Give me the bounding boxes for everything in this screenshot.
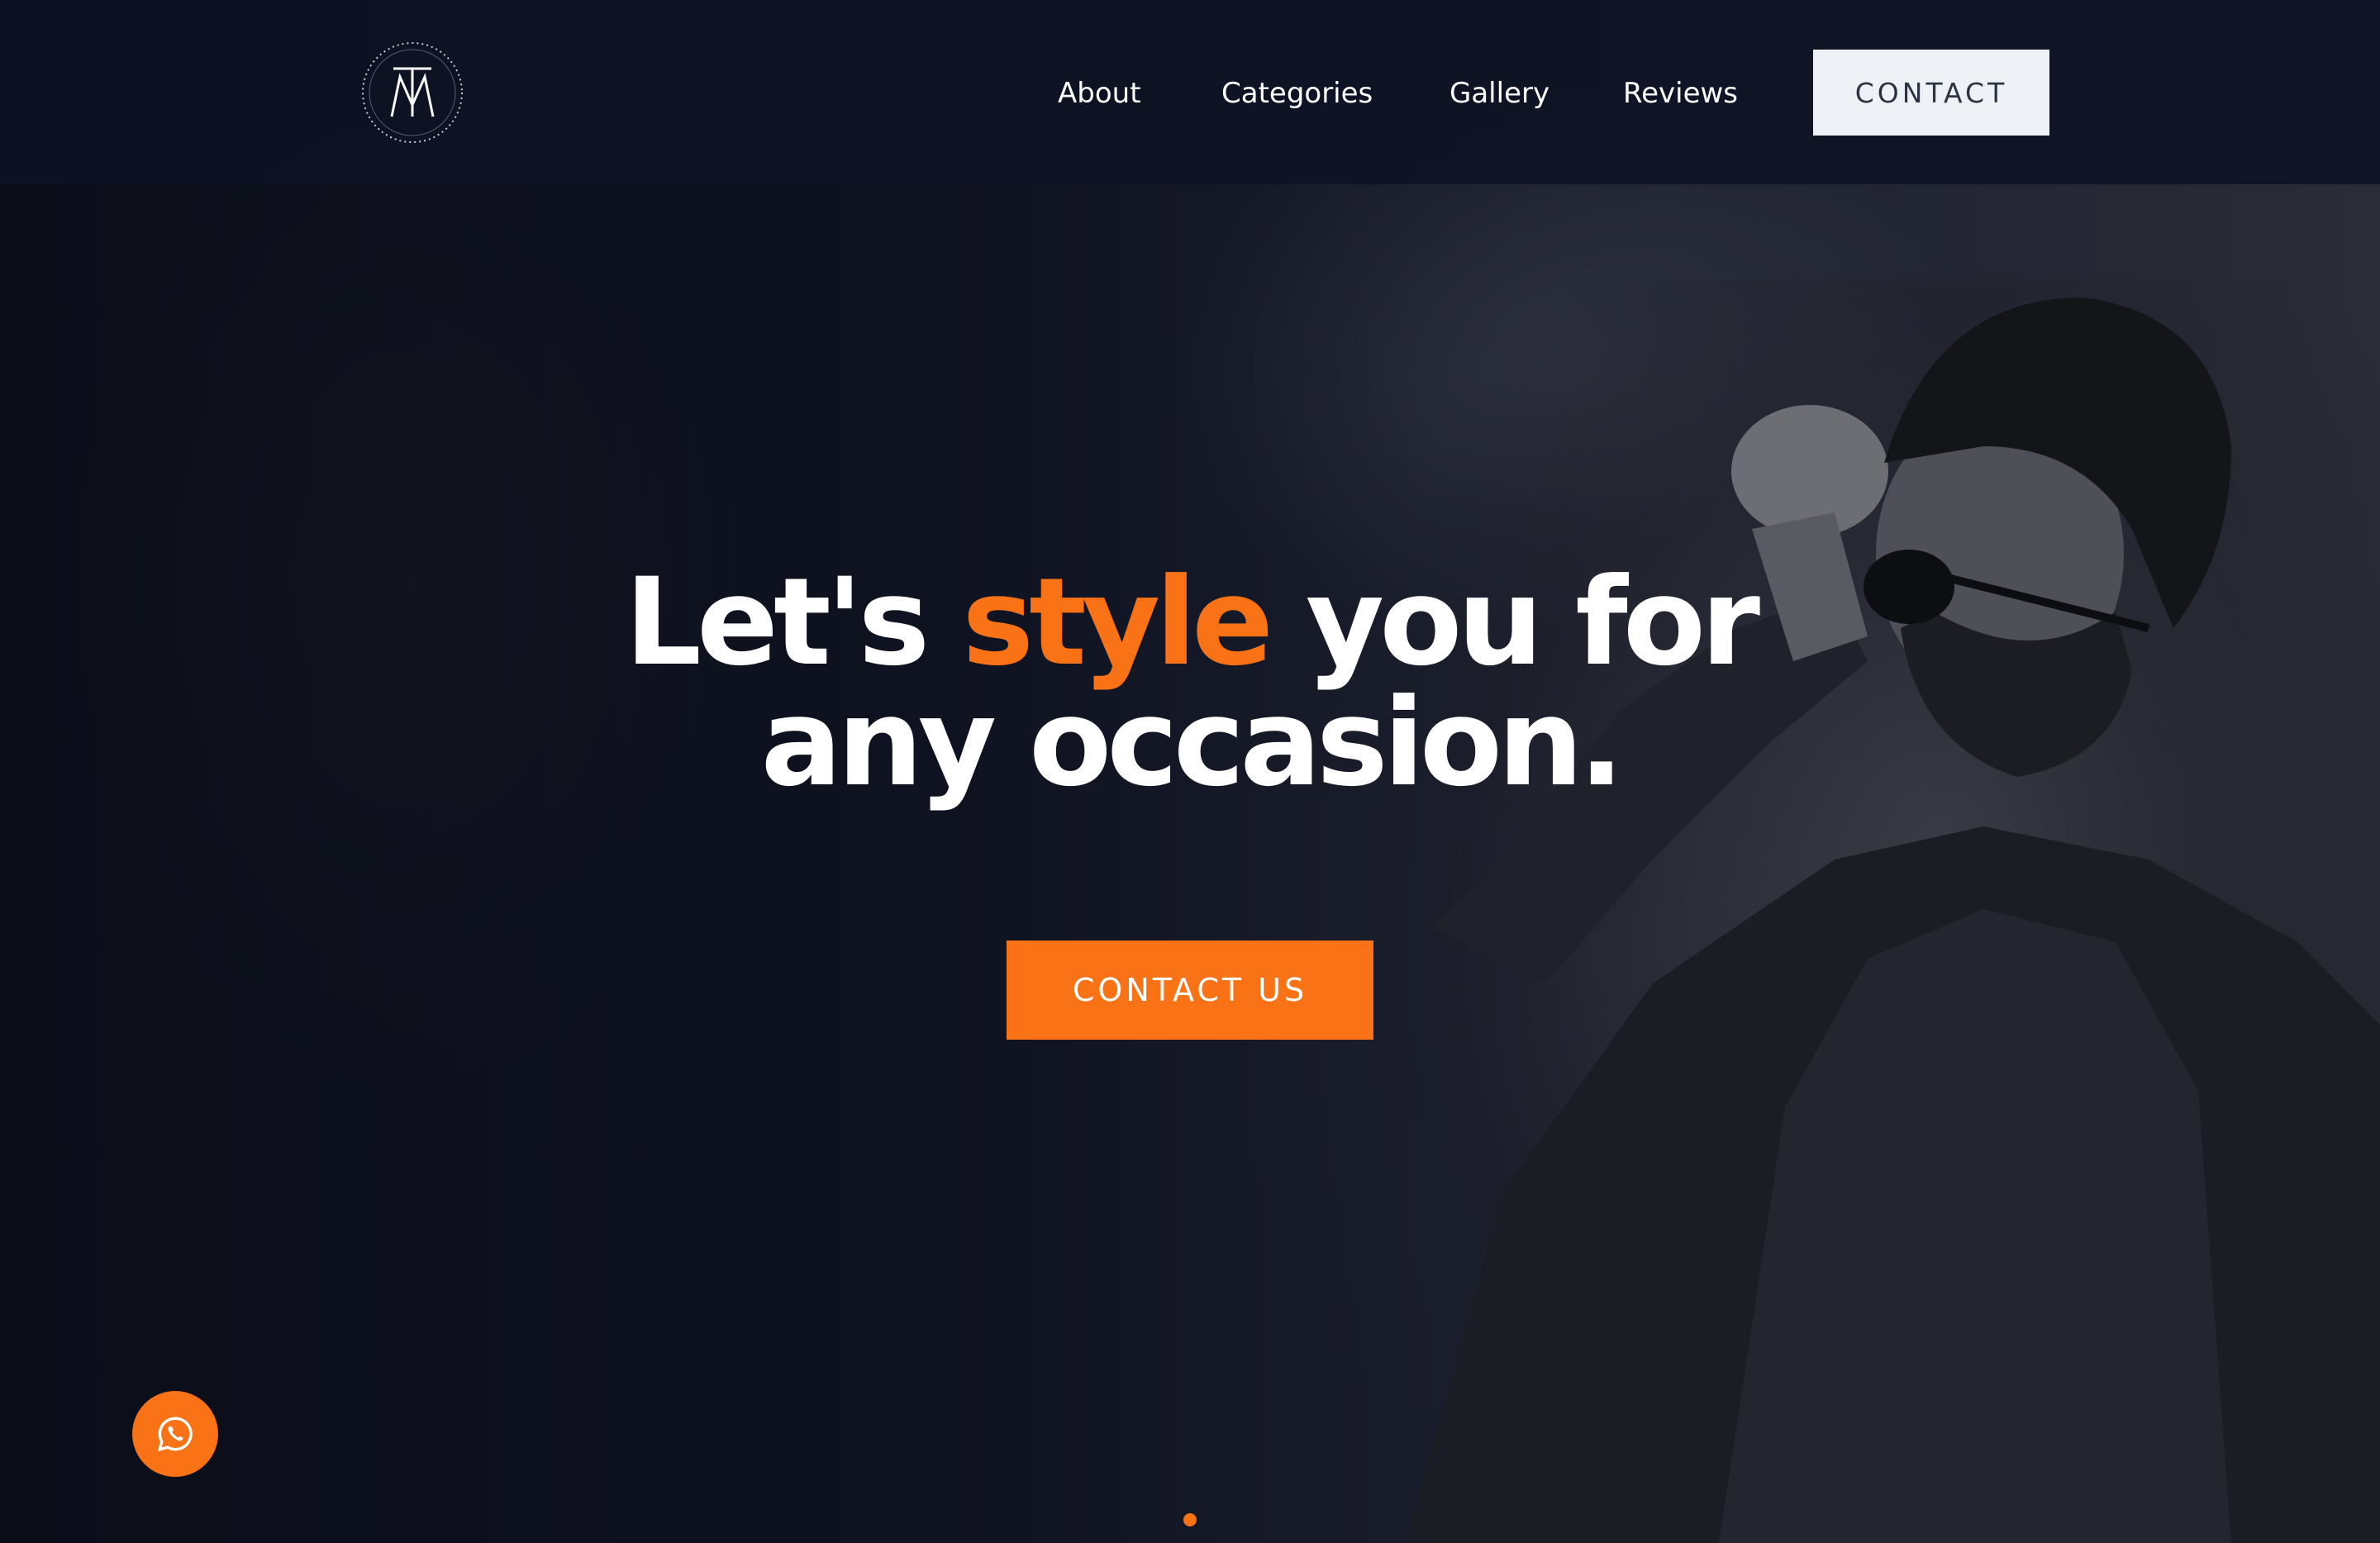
whatsapp-icon: [157, 1417, 193, 1452]
contact-button[interactable]: CONTACT: [1813, 50, 2049, 136]
headline-accent-word: style: [962, 552, 1273, 693]
tm-monogram-logo[interactable]: [360, 40, 464, 145]
slider-dot-active[interactable]: [1183, 1513, 1197, 1526]
nav-link-about[interactable]: About: [1058, 73, 1141, 114]
nav-link-categories[interactable]: Categories: [1221, 73, 1373, 114]
nav-link-gallery[interactable]: Gallery: [1449, 73, 1549, 114]
headline-text-end: you for: [1306, 552, 1760, 693]
contact-us-button[interactable]: CONTACT US: [1007, 941, 1373, 1040]
top-navigation-bar: About Categories Gallery Reviews CONTACT: [0, 0, 2380, 184]
landing-page: About Categories Gallery Reviews CONTACT…: [0, 0, 2380, 1543]
nav-link-reviews[interactable]: Reviews: [1623, 73, 1738, 114]
whatsapp-chat-button[interactable]: [132, 1391, 218, 1477]
headline-line-two: any occasion.: [760, 673, 1624, 813]
hero-headline: Let's style you for any occasion.: [446, 562, 1934, 803]
hero-model-photo: [1405, 281, 2380, 1543]
headline-text-start: Let's: [624, 552, 930, 693]
